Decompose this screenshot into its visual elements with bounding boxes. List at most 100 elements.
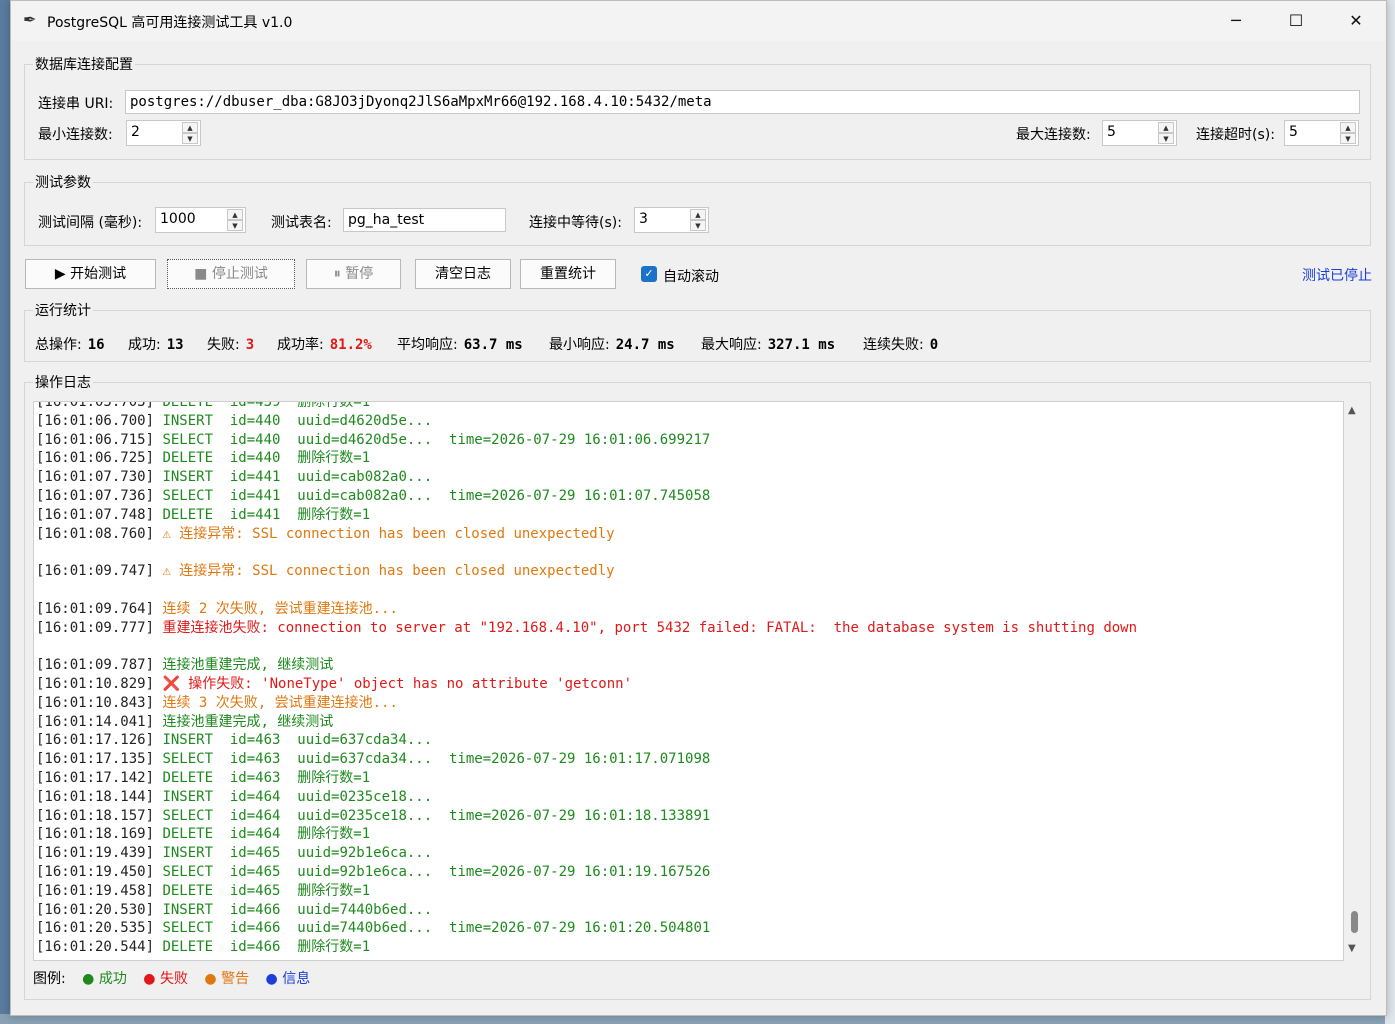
spin-down-icon[interactable]: ▼ [1158,133,1174,144]
log-timestamp: [16:01:17.126] [36,732,155,749]
db-config-title: 数据库连接配置 [33,54,135,74]
desktop-background-left [0,0,10,1024]
uri-input[interactable]: postgres://dbuser_dba:G8JO3jDyonq2JlS6aM… [125,90,1360,114]
stat-min-label: 最小响应: [549,337,610,353]
log-message: DELETE id=441 删除行数=1 [154,506,371,523]
spin-down-icon[interactable]: ▼ [227,220,243,231]
wait-label: 连接中等待(s): [529,215,622,231]
log-line: [16:01:17.142] DELETE id=463 删除行数=1 [36,769,1137,788]
log-line: [16:01:19.450] SELECT id=465 uuid=92b1e6… [36,863,1137,882]
window-title: PostgreSQL 高可用连接测试工具 v1.0 [47,15,293,31]
log-timestamp: [16:01:19.450] [36,863,155,880]
spin-up-icon[interactable]: ▲ [182,122,198,133]
scroll-thumb[interactable] [1351,911,1358,933]
log-message: SELECT id=440 uuid=d4620d5e... time=2026… [154,431,711,448]
log-title: 操作日志 [33,372,93,392]
reset-stats-button[interactable]: 重置统计 [520,259,616,289]
spin-down-icon[interactable]: ▼ [182,133,198,144]
log-line: [16:01:06.715] SELECT id=440 uuid=d4620d… [36,431,1137,450]
stop-test-button[interactable]: ■ 停止测试 [167,259,295,289]
log-line: [16:01:06.725] DELETE id=440 删除行数=1 [36,449,1137,468]
table-label: 测试表名: [271,215,332,231]
stats-title: 运行统计 [33,300,93,320]
log-message: 连续 2 次失败, 尝试重建连接池... [154,600,398,617]
autoscroll-label[interactable]: 自动滚动 [663,266,719,286]
maximize-button[interactable]: ☐ [1267,1,1325,41]
stat-max-value: 327.1 ms [767,337,836,353]
log-timestamp: [16:01:06.700] [36,412,155,429]
min-conn-spinbox[interactable]: 2 ▲ ▼ [126,120,201,146]
log-line: [16:01:06.700] INSERT id=440 uuid=d4620d… [36,412,1137,431]
log-line: [16:01:10.829] ❌ 操作失败: 'NoneType' object… [36,675,1137,694]
log-timestamp: [16:01:09.787] [36,657,155,674]
log-timestamp: [16:01:10.843] [36,694,155,711]
log-message: DELETE id=466 删除行数=1 [154,939,371,956]
log-message: SELECT id=464 uuid=0235ce18... time=2026… [154,807,711,824]
log-message: INSERT id=465 uuid=92b1e6ca... [154,845,433,862]
clear-log-button[interactable]: 清空日志 [415,259,511,289]
spin-up-icon[interactable]: ▲ [1158,122,1174,133]
log-message: SELECT id=463 uuid=637cda34... time=2026… [154,751,711,768]
log-timestamp: [16:01:18.157] [36,807,155,824]
stat-consec-label: 连续失败: [863,337,924,353]
log-timestamp: [16:01:17.142] [36,769,155,786]
legend-warn: ● 警告 [204,971,250,987]
scroll-down-icon[interactable]: ▼ [1348,943,1356,954]
log-text-area[interactable]: [16:01:05.703] DELETE id=439 删除行数=1 [16:0… [33,401,1344,961]
log-timestamp: [16:01:20.535] [36,920,155,937]
log-line: [16:01:09.764] 连续 2 次失败, 尝试重建连接池... [36,600,1137,619]
log-timestamp: [16:01:07.748] [36,506,155,523]
spin-down-icon[interactable]: ▼ [1340,133,1356,144]
stat-fail: 失败: 3 [207,334,254,354]
log-line: [16:01:18.144] INSERT id=464 uuid=0235ce… [36,788,1137,807]
log-line: [16:01:18.157] SELECT id=464 uuid=0235ce… [36,807,1137,826]
spin-up-icon[interactable]: ▲ [690,209,706,220]
table-name-input[interactable]: pg_ha_test [343,208,506,232]
log-line: [16:01:18.169] DELETE id=464 删除行数=1 [36,825,1137,844]
wait-spinbox[interactable]: 3 ▲ ▼ [634,207,709,233]
log-message: INSERT id=466 uuid=7440b6ed... [154,901,433,918]
scroll-up-icon[interactable]: ▲ [1348,405,1356,416]
legend-title: 图例: [33,971,66,987]
log-message: INSERT id=440 uuid=d4620d5e... [154,412,433,429]
interval-spinbox[interactable]: 1000 ▲ ▼ [155,207,246,233]
log-timestamp: [16:01:06.715] [36,431,155,448]
stat-avg: 平均响应: 63.7 ms [397,334,523,354]
log-timestamp: [16:01:07.730] [36,469,155,486]
log-timestamp: [16:01:09.764] [36,600,155,617]
log-line: [16:01:20.530] INSERT id=466 uuid=7440b6… [36,901,1137,920]
stat-consec-value: 0 [929,337,939,353]
log-timestamp: [16:01:18.169] [36,826,155,843]
uri-label: 连接串 URI: [38,96,114,112]
interval-label: 测试间隔 (毫秒): [38,215,143,231]
log-message: 连接池重建完成, 继续测试 [154,657,334,674]
stat-total: 总操作: 16 [35,334,105,354]
log-line: [16:01:08.760] ⚠ 连接异常: SSL connection ha… [36,525,1137,544]
test-status-text: 测试已停止 [1302,268,1372,284]
spin-up-icon[interactable]: ▲ [227,209,243,220]
stat-min: 最小响应: 24.7 ms [549,334,675,354]
spin-down-icon[interactable]: ▼ [690,220,706,231]
pause-button[interactable]: ⏸ 暂停 [306,259,401,289]
min-conn-value: 2 [131,124,140,140]
max-conn-spinbox[interactable]: 5 ▲ ▼ [1102,120,1177,146]
log-message: INSERT id=441 uuid=cab082a0... [154,469,433,486]
timeout-spinbox[interactable]: 5 ▲ ▼ [1284,120,1359,146]
log-line: [16:01:19.458] DELETE id=465 删除行数=1 [36,882,1137,901]
autoscroll-checkbox[interactable]: ✓ [641,266,657,282]
log-message: SELECT id=441 uuid=cab082a0... time=2026… [154,487,711,504]
start-test-button[interactable]: ▶ 开始测试 [25,259,156,289]
log-scrollbar[interactable]: ▲ ▼ [1345,401,1363,959]
log-timestamp: [16:01:20.544] [36,939,155,956]
close-button[interactable]: ✕ [1327,1,1385,41]
log-line: [16:01:05.703] DELETE id=439 删除行数=1 [36,401,1137,412]
log-timestamp: [16:01:17.135] [36,751,155,768]
log-message: DELETE id=464 删除行数=1 [154,826,371,843]
title-bar[interactable]: ✒ PostgreSQL 高可用连接测试工具 v1.0 ─ ☐ ✕ [11,1,1386,41]
minimize-button[interactable]: ─ [1207,1,1265,41]
log-line: [16:01:09.777] 重建连接池失败: connection to se… [36,619,1137,638]
log-message: DELETE id=439 删除行数=1 [154,401,371,410]
spin-up-icon[interactable]: ▲ [1340,122,1356,133]
